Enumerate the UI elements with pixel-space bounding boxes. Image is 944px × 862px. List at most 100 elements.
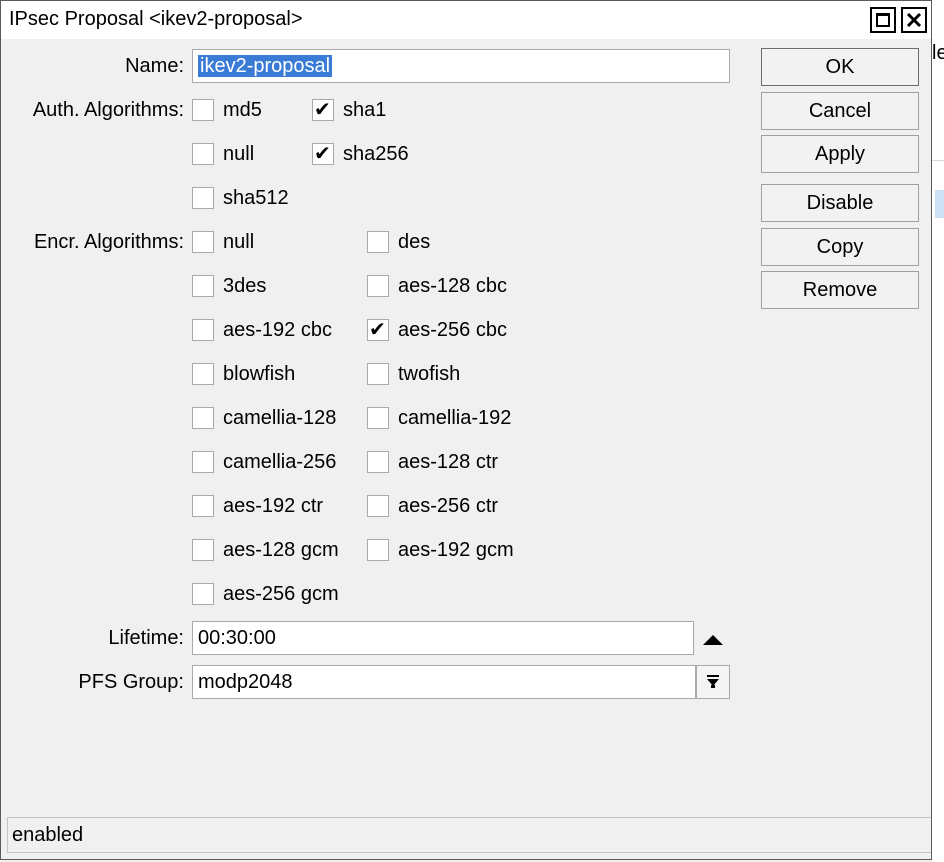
checkbox-label: aes-192 cbc [223, 318, 332, 341]
checkbox-label: camellia-256 [223, 450, 337, 473]
ipsec-proposal-dialog: IPsec Proposal <ikev2-proposal> Name: ik… [0, 0, 932, 860]
checkbox-box[interactable] [192, 539, 214, 561]
checkbox-box[interactable] [367, 407, 389, 429]
checkbox-box[interactable] [192, 99, 214, 121]
lifetime-input[interactable]: 00:30:00 [192, 621, 694, 655]
pfs-group-label: PFS Group: [78, 671, 184, 693]
remove-button[interactable]: Remove [761, 271, 919, 309]
name-input[interactable]: ikev2-proposal [192, 49, 730, 83]
checkbox-md5[interactable]: md5 [192, 97, 262, 123]
name-label: Name: [125, 55, 184, 77]
checkbox-blowfish[interactable]: blowfish [192, 361, 295, 387]
lifetime-spin-up-button[interactable] [701, 631, 725, 649]
checkbox-aes-192-cbc[interactable]: aes-192 cbc [192, 317, 332, 343]
checkbox-null[interactable]: null [192, 141, 254, 167]
checkbox-box[interactable] [192, 187, 214, 209]
checkbox-camellia-192[interactable]: camellia-192 [367, 405, 511, 431]
checkbox-aes-128-ctr[interactable]: aes-128 ctr [367, 449, 498, 475]
checkbox-box[interactable]: ✔ [312, 99, 334, 121]
checkbox-box[interactable] [192, 583, 214, 605]
checkbox-label: 3des [223, 274, 267, 297]
checkbox-box[interactable] [192, 407, 214, 429]
checkbox-aes-128-gcm[interactable]: aes-128 gcm [192, 537, 339, 563]
checkbox-sha512[interactable]: sha512 [192, 185, 289, 211]
pfs-group-value: modp2048 [198, 671, 293, 693]
checkbox-label: blowfish [223, 362, 296, 385]
checkbox-aes-128-cbc[interactable]: aes-128 cbc [367, 273, 507, 299]
checkbox-label: aes-128 cbc [398, 274, 507, 297]
checkbox-label: aes-256 ctr [398, 494, 499, 517]
checkbox-box[interactable] [192, 231, 214, 253]
pfs-group-select[interactable]: modp2048 [192, 665, 696, 699]
ok-button[interactable]: OK [761, 48, 919, 86]
checkbox-box[interactable] [367, 275, 389, 297]
checkbox-box[interactable]: ✔ [367, 319, 389, 341]
checkbox-aes-256-ctr[interactable]: aes-256 ctr [367, 493, 498, 519]
checkbox-twofish[interactable]: twofish [367, 361, 460, 387]
encr-algorithms-label: Encr. Algorithms: [33, 231, 184, 253]
lifetime-input-value: 00:30:00 [198, 627, 276, 649]
checkbox-label: aes-128 ctr [398, 450, 499, 473]
checkbox-label: camellia-192 [398, 406, 512, 429]
checkbox-box[interactable] [367, 231, 389, 253]
checkbox-label: sha512 [223, 186, 289, 209]
checkbox-box[interactable] [192, 143, 214, 165]
dropdown-arrow-icon [707, 675, 719, 688]
pfs-group-dropdown-button[interactable] [696, 665, 730, 699]
checkbox-box[interactable] [192, 451, 214, 473]
checkbox-label: aes-192 ctr [223, 494, 324, 517]
maximize-icon [876, 13, 890, 27]
cancel-button[interactable]: Cancel [761, 92, 919, 130]
checkbox-box[interactable] [192, 495, 214, 517]
checkbox-label: aes-256 cbc [398, 318, 507, 341]
checkbox-sha1[interactable]: ✔ sha1 [312, 97, 386, 123]
checkbox-camellia-256[interactable]: camellia-256 [192, 449, 336, 475]
checkbox-label: sha256 [343, 142, 409, 165]
background-selected-row [935, 190, 944, 218]
apply-button[interactable]: Apply [761, 135, 919, 173]
copy-button[interactable]: Copy [761, 228, 919, 266]
checkbox-box[interactable] [192, 275, 214, 297]
checkbox-label: aes-256 gcm [223, 582, 339, 605]
checkbox-label: des [398, 230, 431, 253]
triangle-up-icon [703, 635, 723, 645]
checkbox-label: null [223, 230, 255, 253]
checkbox-box[interactable] [367, 363, 389, 385]
checkbox-label: md5 [223, 98, 262, 121]
checkmark-icon: ✔ [369, 319, 386, 341]
checkbox-label: null [223, 142, 255, 165]
checkbox-label: camellia-128 [223, 406, 337, 429]
checkbox-box[interactable] [367, 451, 389, 473]
checkbox-aes-256-gcm[interactable]: aes-256 gcm [192, 581, 339, 607]
checkbox-box[interactable] [192, 363, 214, 385]
status-bar: enabled [7, 817, 931, 853]
close-button[interactable] [901, 7, 927, 33]
checkbox-aes-192-ctr[interactable]: aes-192 ctr [192, 493, 323, 519]
checkbox-des[interactable]: des [367, 229, 430, 255]
checkbox-label: sha1 [343, 98, 387, 121]
checkbox-box[interactable]: ✔ [312, 143, 334, 165]
checkbox-box[interactable] [367, 495, 389, 517]
checkbox-null[interactable]: null [192, 229, 254, 255]
maximize-button[interactable] [870, 7, 896, 33]
checkbox-aes-192-gcm[interactable]: aes-192 gcm [367, 537, 514, 563]
auth-algorithms-label: Auth. Algorithms: [32, 99, 184, 121]
background-divider [932, 160, 944, 161]
checkbox-box[interactable] [367, 539, 389, 561]
checkbox-label: aes-128 gcm [223, 538, 339, 561]
checkbox-label: aes-192 gcm [398, 538, 514, 561]
title-bar: IPsec Proposal <ikev2-proposal> [1, 1, 931, 39]
background-window: le [932, 0, 944, 862]
close-icon [906, 12, 922, 28]
checkbox-camellia-128[interactable]: camellia-128 [192, 405, 336, 431]
checkbox-aes-256-cbc[interactable]: ✔ aes-256 cbc [367, 317, 507, 343]
lifetime-label: Lifetime: [108, 627, 184, 649]
disable-button[interactable]: Disable [761, 184, 919, 222]
window-title: IPsec Proposal <ikev2-proposal> [9, 8, 303, 30]
checkbox-box[interactable] [192, 319, 214, 341]
background-text-fragment: le [932, 42, 944, 64]
status-text: enabled [12, 824, 84, 846]
checkbox-3des[interactable]: 3des [192, 273, 266, 299]
checkbox-sha256[interactable]: ✔ sha256 [312, 141, 409, 167]
name-input-value: ikev2-proposal [198, 55, 333, 77]
